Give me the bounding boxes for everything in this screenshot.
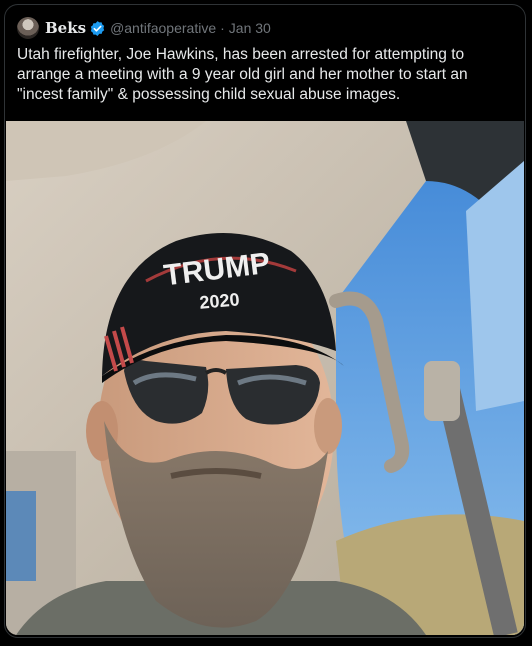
right-ear (314, 398, 342, 454)
tweet-date[interactable]: Jan 30 (229, 20, 271, 36)
tweet-card[interactable]: Beks @antifaoperative · Jan 30 Utah fire… (4, 4, 526, 638)
tweet-header: Beks @antifaoperative · Jan 30 (17, 16, 271, 40)
user-handle[interactable]: @antifaoperative (110, 20, 216, 36)
separator: · (220, 20, 225, 36)
cap-text-2020: 2020 (199, 289, 241, 312)
verified-badge-icon (89, 20, 106, 37)
seatbelt-anchor (424, 361, 460, 421)
tweet-photo[interactable]: TRUMP 2020 (6, 121, 524, 635)
tweet-text: Utah firefighter, Joe Hawkins, has been … (17, 46, 472, 103)
rear-window (6, 491, 36, 581)
display-name[interactable]: Beks (45, 19, 86, 37)
avatar[interactable] (17, 17, 39, 39)
